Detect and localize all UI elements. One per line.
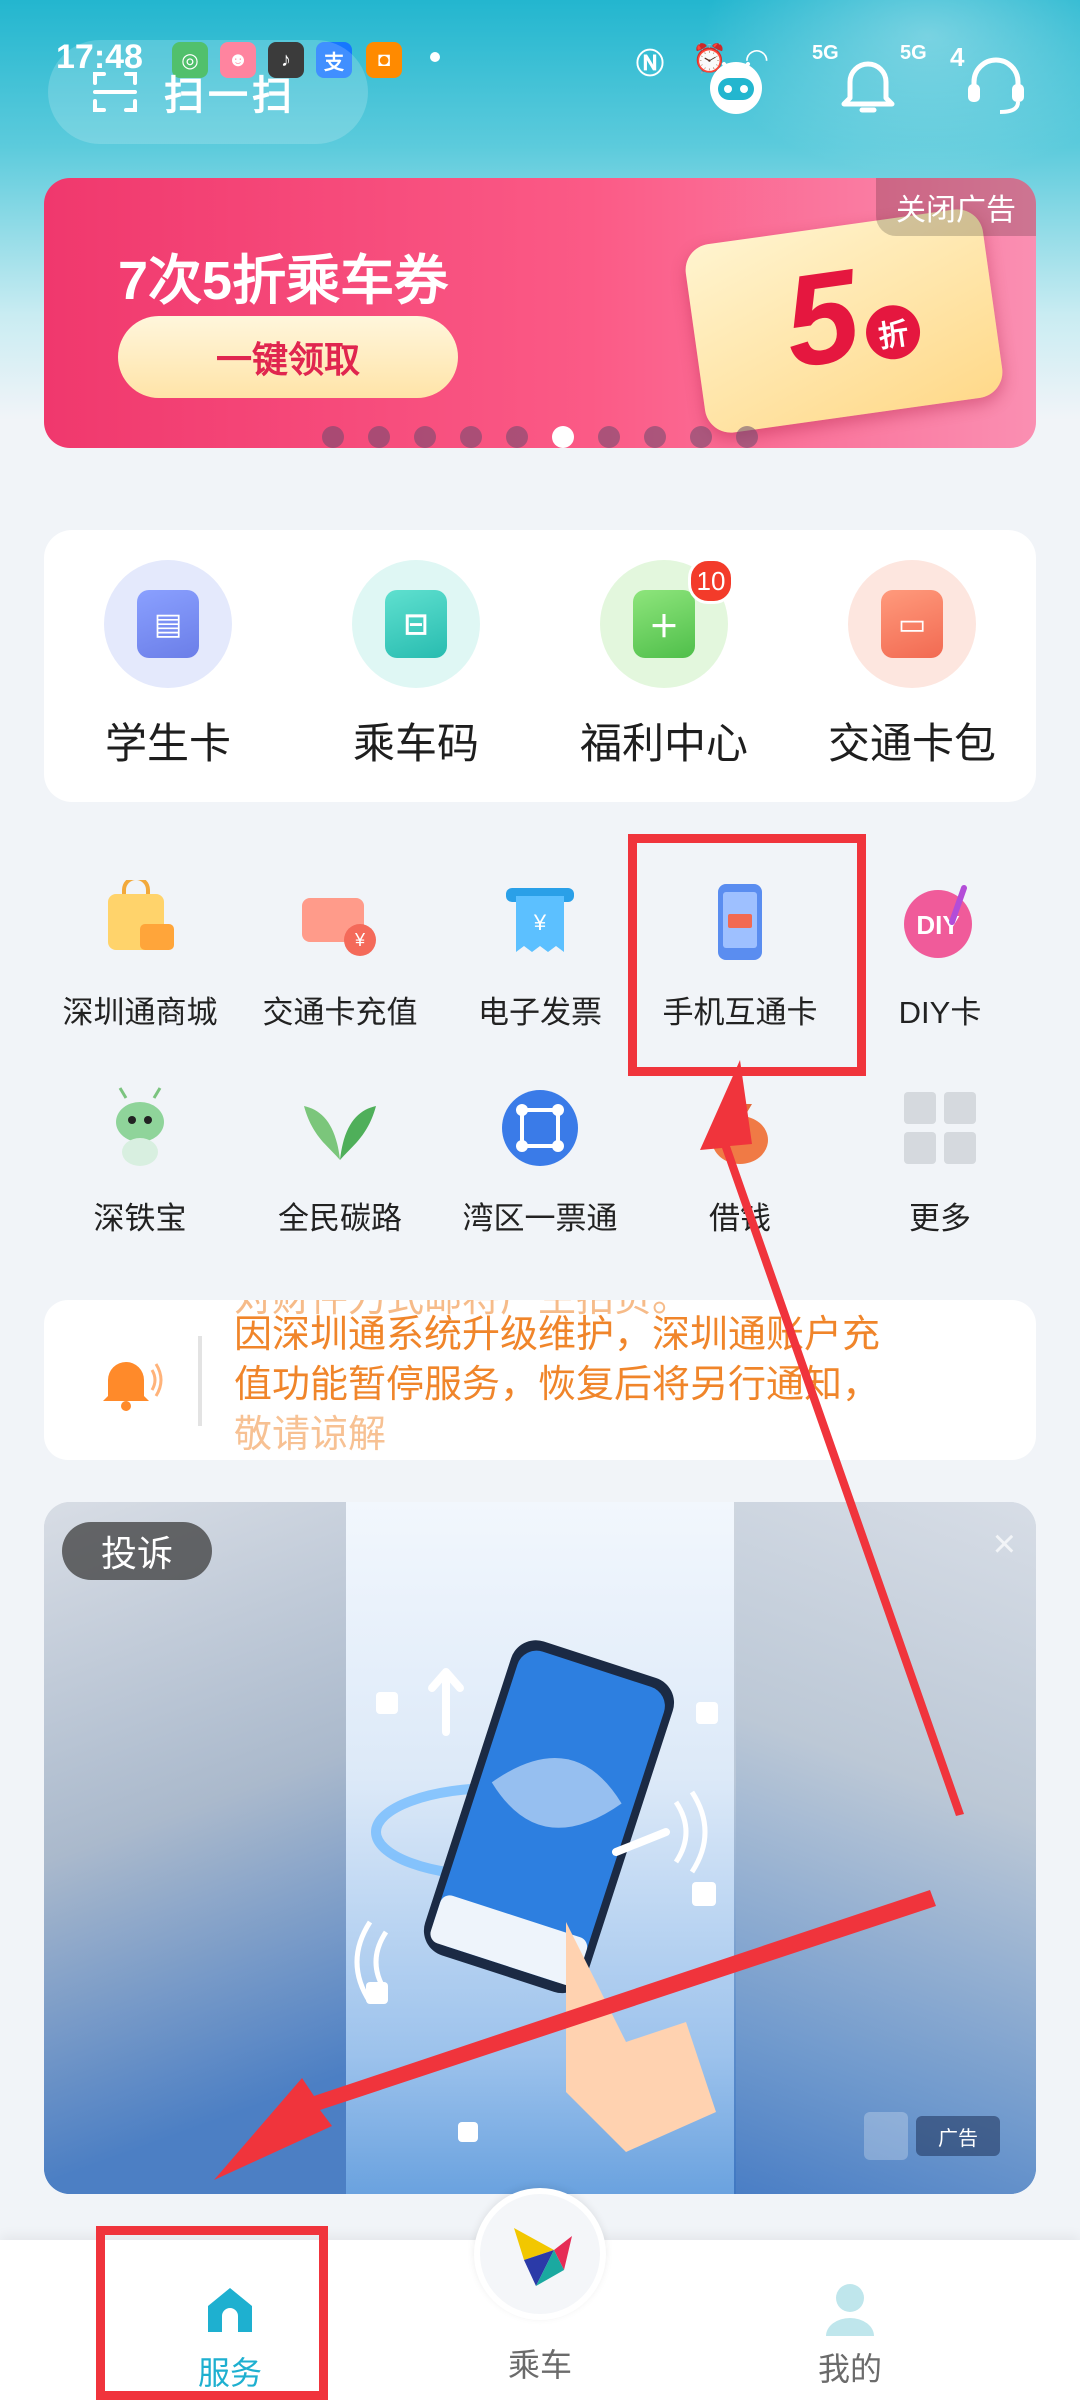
- annotation-arrows: [214, 1060, 964, 2180]
